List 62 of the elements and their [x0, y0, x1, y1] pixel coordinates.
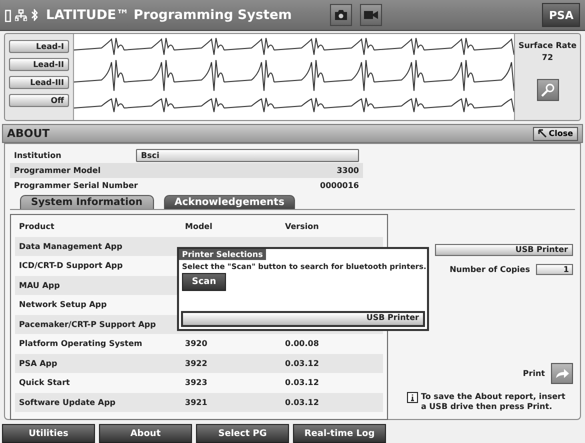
info-value: 3300 — [336, 166, 359, 175]
lead-button[interactable]: Off — [9, 94, 69, 107]
camera-icon — [334, 10, 348, 20]
table-cell-text: 0.03.12 — [285, 378, 320, 388]
window-title: LATITUDE™ Programming System — [46, 8, 293, 22]
info-label: Programmer Serial Number — [14, 181, 136, 190]
info-label: Institution — [14, 151, 62, 160]
table-cell-text: 3922 — [185, 358, 208, 368]
table-cell-text: Quick Start — [19, 378, 71, 388]
video-camera-icon — [364, 10, 378, 20]
printer-option[interactable]: USB Printer — [181, 311, 425, 327]
nav-button[interactable]: Real-time Log — [293, 424, 386, 443]
table-cell-text: 0.03.12 — [285, 398, 320, 407]
tab[interactable]: System Information — [20, 195, 154, 209]
magnifier-icon — [540, 83, 554, 97]
lead-button[interactable]: Lead-II — [9, 58, 69, 71]
printer-dropdown[interactable]: USB Printer — [435, 244, 573, 256]
nav-button[interactable]: About — [99, 424, 192, 443]
print-label: Print — [522, 369, 545, 378]
column-header: Product — [19, 222, 56, 232]
table-cell-text: 3920 — [185, 339, 208, 348]
copies-field[interactable]: 1 — [536, 264, 573, 275]
tab[interactable]: Acknowledgements — [164, 195, 296, 209]
table-cell-text: Data Management App — [19, 242, 124, 251]
close-button[interactable]: Close — [532, 126, 578, 140]
scan-button[interactable]: Scan — [182, 273, 226, 291]
info-label: Programmer Model — [14, 166, 102, 175]
table-cell-text: PSA App — [19, 358, 58, 368]
institution-field[interactable]: Bsci — [136, 149, 359, 162]
arrow-icon — [538, 129, 547, 138]
copies-label: Number of Copies — [450, 265, 530, 274]
table-cell-text: 3923 — [185, 378, 208, 388]
column-header: Version — [285, 222, 320, 232]
nav-button[interactable]: Utilities — [2, 424, 95, 443]
info-value: 0000016 — [320, 181, 359, 190]
table-cell-text: Network Setup App — [19, 300, 108, 310]
table-cell-text: 0.03.12 — [285, 358, 320, 368]
section-title: ABOUT — [7, 127, 50, 140]
print-button[interactable] — [551, 363, 573, 384]
info-icon — [407, 392, 418, 403]
surface-rate-value: 72 — [542, 53, 554, 62]
lead-button[interactable]: Lead-I — [9, 40, 69, 53]
video-camera-button[interactable] — [360, 4, 382, 26]
surface-rate-label: Surface Rate — [518, 41, 577, 50]
table-cell-text: Platform Operating System — [19, 339, 144, 348]
table-cell-text: Software Update App — [19, 398, 117, 407]
nav-button[interactable]: Select PG — [196, 424, 289, 443]
lead-button[interactable]: Lead-III — [9, 76, 69, 89]
dialog-title: Printer Selections — [179, 249, 266, 260]
table-cell-text: 3921 — [185, 398, 208, 407]
arrow-icon — [555, 368, 569, 378]
print-note: To save the About report, insert a USB drive then press Print. — [421, 392, 566, 412]
network-icon — [15, 9, 27, 21]
psa-button[interactable]: PSA — [542, 3, 580, 27]
table-cell-text: MAU App — [19, 280, 61, 290]
column-header: Model — [185, 222, 214, 232]
bluetooth-icon — [31, 9, 38, 21]
magnifier-button[interactable] — [536, 79, 558, 101]
table-cell-text: 0.00.08 — [285, 339, 320, 348]
camera-button[interactable] — [330, 4, 352, 26]
battery-icon — [5, 8, 11, 22]
table-cell-text: Pacemaker/CRT-P Support App — [19, 320, 157, 329]
